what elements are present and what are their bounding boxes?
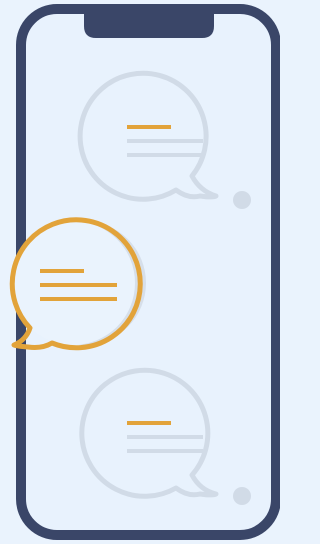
chat-bubble-bottom-text-line-1 <box>127 435 203 439</box>
phone-side-button <box>276 130 280 190</box>
chat-bubble-bottom-text-line-2 <box>127 449 203 453</box>
chat-bubble-active-text-line-1 <box>40 283 117 287</box>
chat-bubble-icon <box>9 217 146 351</box>
chat-bubble-active-accent-line <box>40 269 84 273</box>
phone-chat-illustration <box>9 4 280 540</box>
chat-bubble-active-text-line-2 <box>40 297 117 301</box>
illustration <box>0 0 280 544</box>
chat-bubble-top-accent-line <box>127 125 171 129</box>
chat-bubble-top-text-line-2 <box>127 153 203 157</box>
chat-bubble-top-text-line-1 <box>127 139 203 143</box>
phone-notch <box>84 10 214 38</box>
chat-bubble-bottom-accent-line <box>127 421 171 425</box>
indicator-dot-top <box>233 191 251 209</box>
indicator-dot-bottom <box>233 487 251 505</box>
